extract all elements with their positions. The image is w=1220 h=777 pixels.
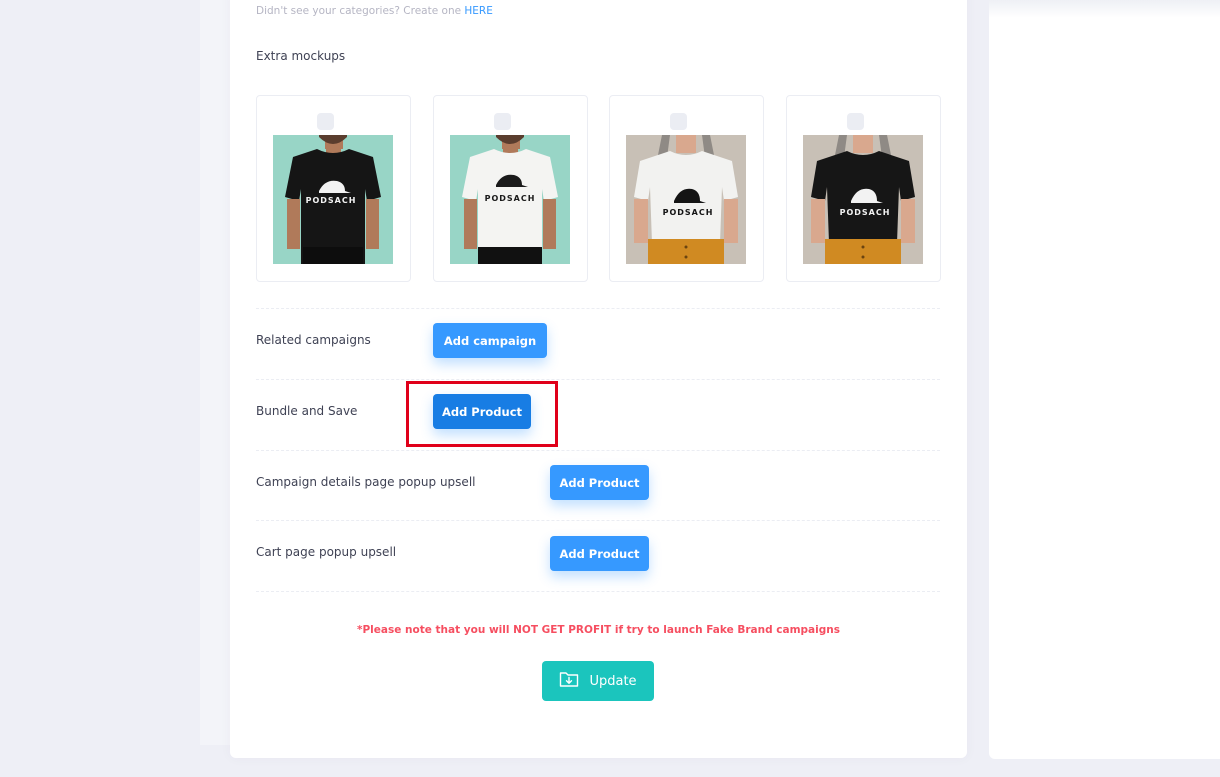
related-campaigns-label: Related campaigns <box>256 333 371 347</box>
mockup-image: PODSACH <box>450 135 570 264</box>
mockup-image: PODSACH <box>626 135 746 264</box>
divider <box>256 379 940 380</box>
bundle-and-save-label: Bundle and Save <box>256 404 358 418</box>
category-hint: Didn't see your categories? Create one H… <box>256 5 493 17</box>
divider <box>256 520 940 521</box>
left-gutter <box>200 0 230 745</box>
brand-print: PODSACH <box>485 194 536 203</box>
cart-upsell-label: Cart page popup upsell <box>256 545 397 559</box>
mockup-gallery: PODSACH PODSACH PODSACH PODSACH <box>256 95 941 282</box>
brand-print: PODSACH <box>840 208 891 217</box>
divider <box>256 450 940 451</box>
right-panel <box>989 0 1220 759</box>
mockup-checkbox[interactable] <box>494 113 511 130</box>
campaign-upsell-add-product-button[interactable]: Add Product <box>550 465 649 500</box>
extra-mockups-label: Extra mockups <box>256 49 346 63</box>
category-hint-text: Didn't see your categories? Create one <box>256 5 462 17</box>
folder-download-icon <box>559 670 579 692</box>
brand-print: PODSACH <box>306 196 357 205</box>
create-category-link[interactable]: HERE <box>464 5 492 17</box>
mockup-image: PODSACH <box>803 135 923 264</box>
update-label: Update <box>589 673 637 689</box>
mockup-card[interactable]: PODSACH <box>609 95 764 282</box>
update-button[interactable]: Update <box>542 661 654 701</box>
divider <box>256 591 940 592</box>
mockup-image: PODSACH <box>273 135 393 264</box>
mockup-checkbox[interactable] <box>670 113 687 130</box>
brand-print: PODSACH <box>663 208 714 217</box>
add-campaign-button[interactable]: Add campaign <box>433 323 547 358</box>
mockup-card[interactable]: PODSACH <box>786 95 941 282</box>
mockup-card[interactable]: PODSACH <box>433 95 588 282</box>
cart-upsell-add-product-button[interactable]: Add Product <box>550 536 649 571</box>
campaign-details-upsell-label: Campaign details page popup upsell <box>256 475 476 489</box>
mockup-checkbox[interactable] <box>317 113 334 130</box>
mockup-checkbox[interactable] <box>847 113 864 130</box>
fake-brand-warning: *Please note that you will NOT GET PROFI… <box>357 624 840 636</box>
divider <box>256 308 940 309</box>
mockup-card[interactable]: PODSACH <box>256 95 411 282</box>
highlight-annotation <box>406 381 558 447</box>
